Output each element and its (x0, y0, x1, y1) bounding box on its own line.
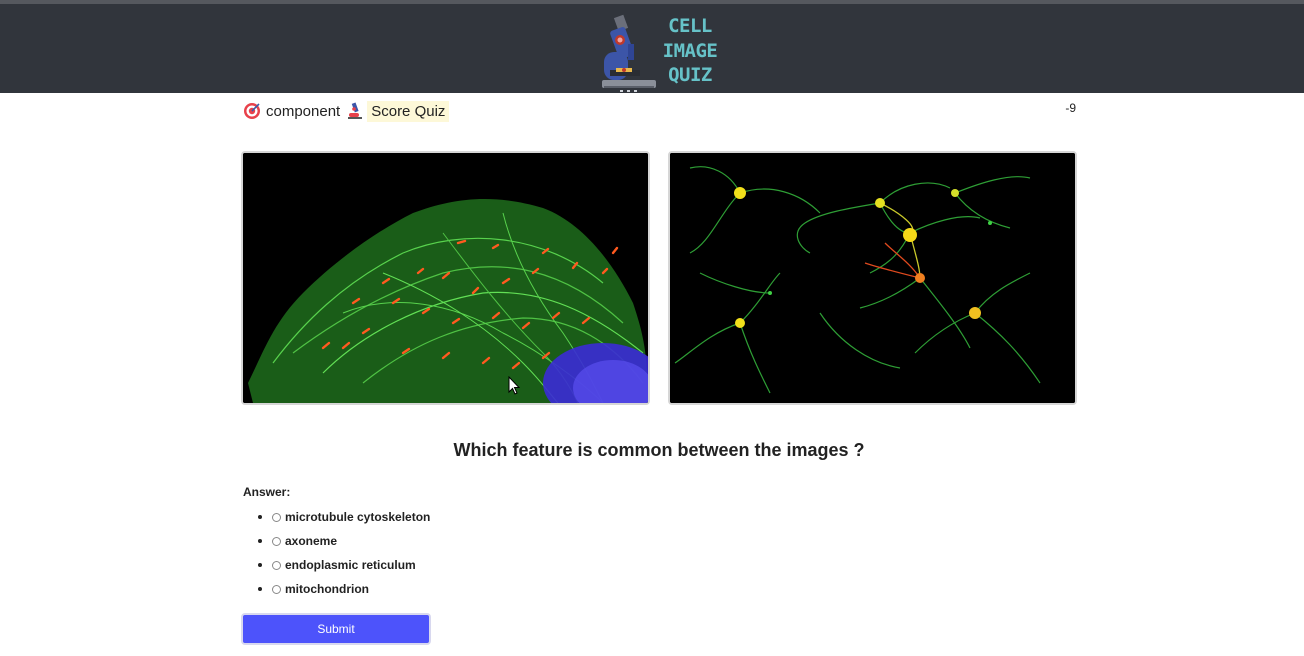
radio-button[interactable] (272, 584, 281, 594)
bullet-icon (258, 515, 262, 519)
logo-wordmark: CELL IMAGE QUIZ (662, 14, 718, 88)
fluorescent-cell-image (243, 153, 648, 403)
microscope-icon (348, 102, 363, 119)
bullet-icon (258, 539, 262, 543)
nav-score-quiz-link[interactable]: Score Quiz (367, 100, 450, 122)
answer-option[interactable]: mitochondrion (258, 577, 430, 601)
radio-button[interactable] (272, 560, 281, 570)
quiz-question: Which feature is common between the imag… (453, 440, 865, 460)
logo-line-2: IMAGE (662, 39, 718, 62)
mouse-cursor-icon (508, 376, 520, 395)
answer-option[interactable]: endoplasmic reticulum (258, 553, 430, 577)
answer-label: Answer: (243, 485, 291, 499)
radio-button[interactable] (272, 512, 281, 522)
nav-component-link[interactable]: component (266, 103, 340, 120)
bullet-icon (258, 563, 262, 567)
answer-option-label[interactable]: microtubule cytoskeleton (285, 510, 430, 524)
cell-image-left (241, 151, 650, 405)
answer-option-label[interactable]: axoneme (285, 534, 337, 548)
fluorescent-neuron-image (670, 153, 1075, 403)
bullet-icon (258, 587, 262, 591)
logo-line-1: CELL (668, 15, 712, 37)
score-value: -9 (1065, 101, 1076, 115)
microscope-logo-icon (602, 14, 656, 92)
submit-button[interactable]: Submit (241, 613, 431, 645)
quiz-nav: component Score Quiz (243, 100, 450, 122)
answer-option[interactable]: microtubule cytoskeleton (258, 505, 430, 529)
radio-button[interactable] (272, 536, 281, 546)
answer-option-label[interactable]: mitochondrion (285, 582, 369, 596)
cell-image-right (668, 151, 1077, 405)
answer-options: microtubule cytoskeleton axoneme endopla… (258, 505, 430, 601)
app-logo[interactable]: CELL IMAGE QUIZ (600, 14, 718, 92)
logo-line-3: QUIZ (668, 64, 712, 86)
answer-option[interactable]: axoneme (258, 529, 430, 553)
app-header: CELL IMAGE QUIZ (0, 4, 1304, 93)
target-icon (244, 103, 260, 119)
answer-option-label[interactable]: endoplasmic reticulum (285, 558, 416, 572)
